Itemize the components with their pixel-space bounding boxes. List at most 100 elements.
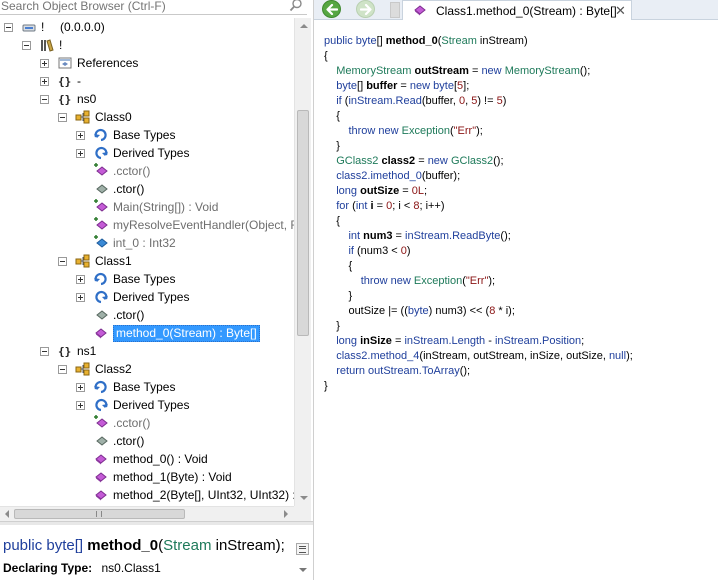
code-token: buffer — [366, 80, 398, 92]
collapse-icon[interactable] — [58, 113, 67, 122]
tree-node-label: Base Types — [113, 272, 176, 286]
code-token: ; i < — [392, 200, 414, 212]
tree-node[interactable]: .ctor() — [0, 306, 294, 324]
code-token: GClass2 — [450, 155, 494, 167]
code-token: { — [324, 260, 353, 272]
expand-icon[interactable] — [76, 383, 85, 392]
scroll-down-arrow-icon[interactable] — [300, 496, 308, 500]
scroll-up-arrow-icon[interactable] — [300, 24, 308, 28]
collapse-icon[interactable] — [58, 257, 67, 266]
tree-node[interactable]: Derived Types — [0, 144, 294, 162]
tree-node[interactable]: Class1 — [0, 252, 294, 270]
tree-node[interactable]: Derived Types — [0, 396, 294, 414]
tree-node[interactable]: Base Types — [0, 378, 294, 396]
expand-icon[interactable] — [76, 401, 85, 410]
code-token: 0L — [411, 185, 425, 197]
search-input[interactable] — [0, 0, 285, 14]
svg-text:{}: {} — [58, 75, 71, 88]
tree-node[interactable]: .ctor() — [0, 432, 294, 450]
scrollbar-corner — [294, 506, 311, 521]
tree-node[interactable]: Base Types — [0, 126, 294, 144]
tree-node[interactable]: method_2(Byte[], UInt32, UInt32) : — [0, 486, 294, 504]
description-scroll-down-icon[interactable] — [296, 565, 309, 577]
tree-node[interactable]: {} - — [0, 72, 294, 90]
code-token: [] — [376, 35, 386, 47]
tree-node[interactable]: {} ns0 — [0, 90, 294, 108]
namespace-icon: {} — [57, 343, 73, 359]
base-types-icon — [93, 379, 109, 395]
tab-scroll-left-button[interactable] — [390, 2, 400, 18]
declaring-type-line: Declaring Type: ns0.Class1 — [3, 561, 161, 575]
code-line: throw new Exception("Err"); — [324, 274, 714, 289]
tree-node[interactable]: .cctor() — [0, 162, 294, 180]
back-button[interactable] — [322, 0, 341, 18]
scroll-right-arrow-icon[interactable] — [284, 510, 288, 518]
declaring-type-link[interactable]: ns0.Class1 — [101, 561, 160, 575]
tree-node[interactable]: Base Types — [0, 270, 294, 288]
search-icon[interactable] — [289, 0, 303, 12]
forward-button[interactable] — [356, 0, 375, 18]
signature-param: inStream); — [211, 537, 285, 554]
collapse-icon[interactable] — [40, 347, 49, 356]
code-token: = — [373, 200, 387, 212]
code-line: if (num3 < 0) — [324, 244, 714, 259]
collapse-icon[interactable] — [4, 23, 13, 32]
tree-node[interactable]: Main(String[]) : Void — [0, 198, 294, 216]
library-icon — [39, 37, 55, 53]
code-token: int — [348, 230, 364, 242]
code-token: inSize — [360, 335, 392, 347]
tree-node[interactable]: Derived Types — [0, 288, 294, 306]
collapse-icon[interactable] — [58, 365, 67, 374]
collapse-icon[interactable] — [40, 95, 49, 104]
close-icon[interactable]: ✕ — [615, 4, 626, 17]
tree-node-label: .ctor() — [113, 434, 145, 448]
tree-node[interactable]: int_0 : Int32 — [0, 234, 294, 252]
tree-node[interactable]: {} ns1 — [0, 342, 294, 360]
horizontal-scrollbar[interactable] — [0, 506, 294, 521]
expand-icon[interactable] — [40, 77, 49, 86]
collapse-icon[interactable] — [22, 41, 31, 50]
tree-node[interactable]: ! — [0, 36, 294, 54]
forward-arrow-icon — [360, 4, 372, 15]
copy-lines-icon[interactable] — [296, 543, 309, 555]
tree-node-label: ! — [59, 38, 63, 52]
object-browser-pane: !(0.0.0.0)!References{}-{}ns0Class0Base … — [0, 0, 313, 580]
navigation-toolbar: Class1.method_0(Stream) : Byte[] ✕ — [314, 0, 718, 20]
tab-method-0[interactable]: Class1.method_0(Stream) : Byte[] ✕ — [402, 0, 632, 20]
tree-node[interactable]: Class0 — [0, 108, 294, 126]
method-icon — [414, 5, 426, 16]
derived-types-icon — [93, 289, 109, 305]
code-token: ; — [581, 335, 585, 347]
vertical-scrollbar[interactable] — [294, 18, 311, 506]
tree-node[interactable]: ! (0.0.0.0) — [0, 18, 294, 36]
horizontal-scroll-thumb[interactable] — [14, 509, 185, 519]
back-arrow-icon — [326, 4, 338, 15]
tree-node[interactable]: .ctor() — [0, 180, 294, 198]
vertical-scroll-thumb[interactable] — [297, 110, 309, 336]
tree-node-label: Class1 — [95, 254, 132, 268]
tree-node[interactable]: myResolveEventHandler(Object, R — [0, 216, 294, 234]
tree-node[interactable]: Class2 — [0, 360, 294, 378]
code-line: if (inStream.Read(buffer, 0, 5) != 5) — [324, 94, 714, 109]
code-token: ; i++) — [419, 200, 445, 212]
tree-node-label: Main(String[]) : Void — [113, 200, 219, 214]
code-listing: public byte[] method_0(Stream inStream){… — [324, 34, 714, 394]
tree-node[interactable]: .cctor() — [0, 414, 294, 432]
code-token: ) — [406, 245, 411, 257]
tree-node[interactable]: method_0(Stream) : Byte[] — [0, 324, 294, 342]
expand-icon[interactable] — [76, 131, 85, 140]
expand-icon[interactable] — [76, 275, 85, 284]
tree-node[interactable]: method_0() : Void — [0, 450, 294, 468]
expand-icon[interactable] — [40, 59, 49, 68]
expand-icon[interactable] — [76, 293, 85, 302]
tree-node[interactable]: method_1(Byte) : Void — [0, 468, 294, 486]
tree-node-label: Derived Types — [113, 290, 190, 304]
code-token: byte — [336, 80, 358, 92]
expand-icon[interactable] — [76, 149, 85, 158]
code-token: if — [336, 95, 345, 107]
scroll-left-arrow-icon[interactable] — [5, 510, 9, 518]
code-token: ); — [626, 350, 633, 362]
tree-node[interactable]: References — [0, 54, 294, 72]
